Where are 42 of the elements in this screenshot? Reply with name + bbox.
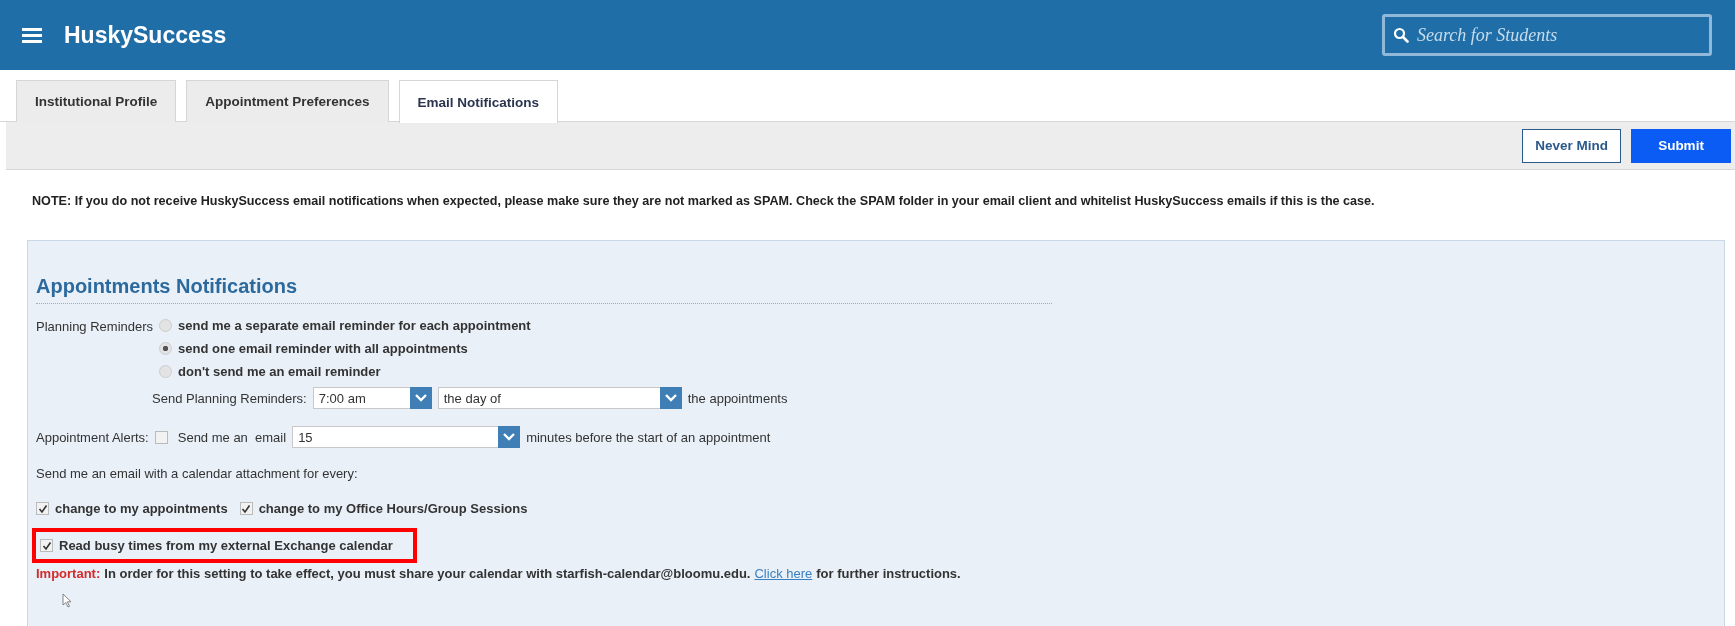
cancel-button[interactable]: Never Mind (1522, 128, 1621, 163)
submit-button[interactable]: Submit (1631, 128, 1731, 163)
field-label: Appointment Alerts: (36, 429, 149, 445)
minutes-dropdown[interactable]: 15 (292, 426, 521, 448)
day-dropdown[interactable]: the day of (437, 387, 682, 409)
note-text: NOTE: If you do not receive HuskySuccess email notifications when expected, please make sure they are not marked as SPAM. Check the SPAM folder in your email client and whitelist HuskySuccess emails if this is the case. (31, 193, 1376, 210)
tab[interactable]: Appointment Preferences (186, 80, 389, 122)
caret-icon (659, 387, 682, 409)
tab[interactable]: Institutional Profile (16, 80, 177, 122)
field-label: Send me an email (177, 429, 287, 445)
checkbox[interactable] (239, 502, 253, 515)
radio-label: don't send me an email reminder (178, 364, 381, 379)
app-title: HuskySuccess (64, 21, 227, 49)
checkbox-label: change to my appointments (55, 501, 228, 516)
radio-button[interactable] (159, 342, 173, 355)
menu-icon[interactable] (22, 27, 42, 43)
radio-button[interactable] (159, 365, 173, 378)
caret-icon (409, 387, 432, 409)
warning-label: Important: (36, 566, 101, 581)
field-label: the appointments (687, 390, 788, 406)
radio-label: send me a separate email reminder for each appointment (178, 318, 531, 333)
calendar-intro-text: Send me an email with a calendar attachment for every: (36, 466, 359, 481)
radio-button[interactable] (159, 319, 173, 332)
radio-label: send one email reminder with all appointments (178, 341, 468, 356)
field-label: Planning Reminders (36, 318, 154, 336)
search-field[interactable]: Search for Students (1382, 14, 1712, 56)
tab[interactable]: Email Notifications (398, 80, 559, 123)
checkbox-label: change to my Office Hours/Group Sessions (258, 501, 528, 516)
time-dropdown[interactable]: 7:00 am (312, 387, 432, 409)
warning-text: for further instructions. (816, 566, 961, 581)
field-label: Send Planning Reminders: (152, 390, 307, 406)
checkbox[interactable] (154, 430, 168, 444)
warning-text: In order for this setting to take effect, you must share your calendar with starfish-calendar@bloomu.edu. (104, 566, 751, 581)
checkbox-label: Read busy times from my external Exchange calendar (59, 538, 393, 553)
section-heading: Appointments Notifications (36, 275, 1052, 304)
search-icon (1393, 27, 1409, 43)
caret-icon (498, 426, 521, 448)
instructions-link[interactable]: Click here (754, 566, 813, 581)
checkbox[interactable] (36, 502, 49, 515)
field-label: minutes before the start of an appointment (526, 429, 771, 445)
checkbox[interactable] (40, 539, 53, 552)
mouse-cursor-icon (62, 593, 72, 608)
